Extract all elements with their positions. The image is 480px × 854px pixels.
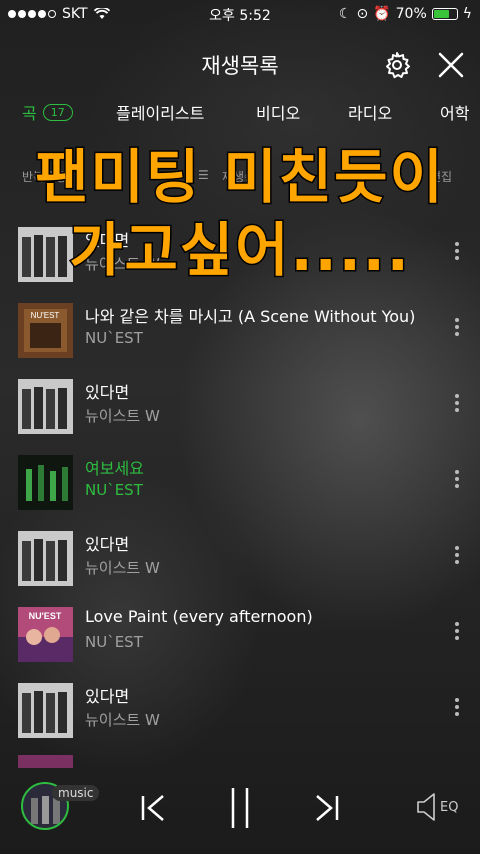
tab-radio[interactable]: 라디오 [348,100,392,124]
song-artist: 뉴이스트 W [85,407,160,425]
album-art [18,683,73,738]
header: 재생목록 [0,40,480,88]
count-badge: 17 [42,103,73,121]
more-icon[interactable] [452,698,462,720]
skip-forward-icon [316,795,339,821]
tab-language[interactable]: 어학 [440,100,469,124]
previous-button[interactable] [140,790,168,830]
pause-button[interactable] [226,786,254,834]
more-icon[interactable] [452,622,462,644]
battery-icon [431,8,458,20]
song-artist: 뉴이스트 W [85,559,160,577]
song-title: 있다면 [85,535,130,554]
song-title: 나와 같은 차를 마시고 (A Scene Without You) [85,307,416,326]
eq-label: EQ [440,799,459,815]
battery-percent: 70% [395,6,427,22]
speaker-icon [417,793,435,821]
close-button[interactable] [434,48,468,82]
list-item[interactable]: NU'EST Love Paint (every afternoon) NU`E… [0,596,480,672]
tab-bar: 곡 17 플레이리스트 비디오 라디오 어학 [0,96,480,132]
next-button[interactable] [312,790,340,830]
alarm-icon: ⏰ [373,6,391,22]
more-icon[interactable] [452,394,462,416]
album-art [18,455,73,510]
music-badge: music [52,785,100,801]
svg-text:NU'EST: NU'EST [31,311,60,320]
song-title: 여보세요 [85,459,144,478]
overlay-caption-line2: 가고싶어..... [68,215,411,286]
song-title: 있다면 [85,687,130,706]
more-icon[interactable] [452,470,462,492]
overlay-caption-line1: 팬미팅 미친듯이 [34,142,445,213]
more-icon[interactable] [452,546,462,568]
pause-icon [231,788,249,828]
song-artist: 뉴이스트 W [85,711,160,729]
gear-icon [386,52,410,79]
list-item-partial[interactable] [0,748,480,768]
song-artist: NU`EST [85,481,143,499]
more-icon[interactable] [452,318,462,340]
song-artist: NU`EST [85,329,143,347]
song-title: 있다면 [85,383,130,402]
status-bar: SKT 오후 5:52 ☾ ⊙ ⏰ 70% ϟ [0,0,480,28]
mini-player: music EQ [0,770,480,854]
album-art [18,379,73,434]
charging-icon: ϟ [462,6,472,22]
song-artist: NU`EST [85,633,143,651]
list-item[interactable]: 있다면 뉴이스트 W [0,672,480,748]
close-icon [438,52,464,78]
signal-icon [8,10,56,18]
eq-button[interactable]: EQ [416,792,458,822]
tab-label: 곡 [22,104,37,123]
lock-rotation-icon: ⊙ [356,6,369,22]
wifi-icon [93,8,110,19]
album-art: NU'EST [18,607,73,662]
album-art [18,531,73,586]
list-item[interactable]: 있다면 뉴이스트 W [0,368,480,444]
settings-button[interactable] [380,48,414,82]
list-item[interactable]: 있다면 뉴이스트 W [0,520,480,596]
album-art [18,754,73,768]
album-art: NU'EST [18,303,73,358]
list-item[interactable]: NU'EST 나와 같은 차를 마시고 (A Scene Without You… [0,292,480,368]
moon-icon: ☾ [338,6,352,22]
tab-videos[interactable]: 비디오 [256,100,300,124]
skip-back-icon [141,795,164,821]
song-title: Love Paint (every afternoon) [85,607,313,626]
tab-songs[interactable]: 곡 17 [22,100,73,124]
tab-playlists[interactable]: 플레이리스트 [116,100,204,124]
carrier-label: SKT [62,6,88,22]
svg-text:NU'EST: NU'EST [29,611,62,621]
list-item-playing[interactable]: 여보세요 NU`EST [0,444,480,520]
